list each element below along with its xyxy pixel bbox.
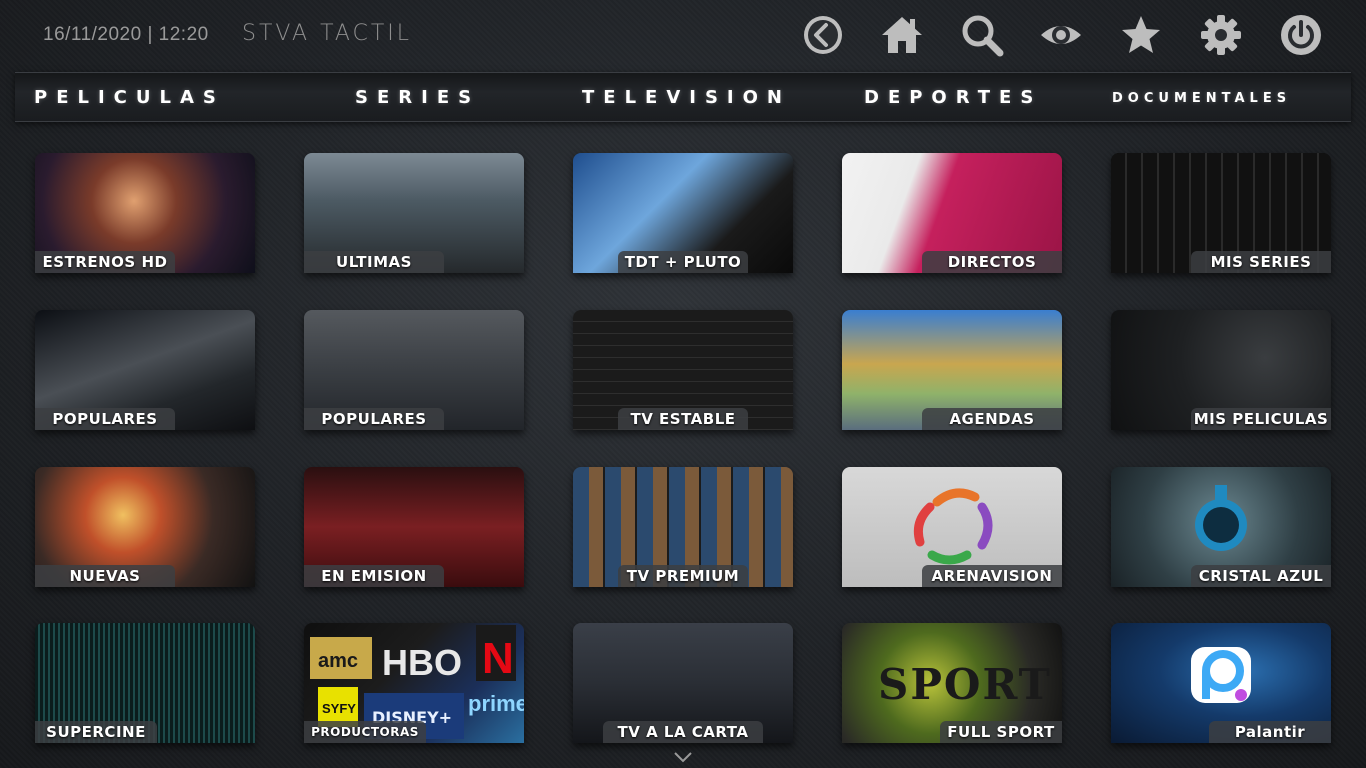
search-icon[interactable] bbox=[959, 12, 1005, 58]
tile-label: AGENDAS bbox=[922, 408, 1062, 430]
tile-label: POPULARES bbox=[304, 408, 444, 430]
tile-ultimas[interactable]: ULTIMAS bbox=[304, 153, 524, 273]
tile-tdt-pluto[interactable]: TDT + PLUTO bbox=[573, 153, 793, 273]
hbo-logo-text: HBO bbox=[382, 642, 462, 683]
tile-label: MIS SERIES bbox=[1191, 251, 1331, 273]
tile-cristal-azul[interactable]: CRISTAL AZUL bbox=[1111, 467, 1331, 587]
tile-label: FULL SPORT bbox=[940, 721, 1062, 743]
tile-label: DIRECTOS bbox=[922, 251, 1062, 273]
prime-logo-text: prime bbox=[468, 691, 524, 716]
amc-logo-text: amc bbox=[318, 650, 358, 672]
tile-label: TDT + PLUTO bbox=[618, 251, 748, 273]
tile-label: TV PREMIUM bbox=[618, 565, 748, 587]
tile-tv-a-la-carta[interactable]: TV A LA CARTA bbox=[573, 623, 793, 743]
toolbar-icons bbox=[0, 12, 1366, 60]
category-nav: PELICULAS SERIES TELEVISION DEPORTES DOC… bbox=[15, 72, 1351, 122]
home-icon[interactable] bbox=[879, 12, 925, 58]
nav-deportes[interactable]: DEPORTES bbox=[864, 87, 1042, 108]
tile-full-sport[interactable]: SPORT FULL SPORT bbox=[842, 623, 1062, 743]
tile-tv-estable[interactable]: TV ESTABLE bbox=[573, 310, 793, 430]
tile-label: NUEVAS bbox=[35, 565, 175, 587]
tile-tv-premium[interactable]: TV PREMIUM bbox=[573, 467, 793, 587]
tile-label: MIS PELICULAS bbox=[1191, 408, 1331, 430]
sport-text: SPORT bbox=[878, 660, 1052, 709]
nav-documentales[interactable]: DOCUMENTALES bbox=[1112, 91, 1291, 106]
tile-label: ARENAVISION bbox=[922, 565, 1062, 587]
tile-label: PRODUCTORAS bbox=[304, 721, 426, 743]
top-bar: 16/11/2020 | 12:20 STVA TACTIL bbox=[0, 0, 1366, 72]
tile-label: ULTIMAS bbox=[304, 251, 444, 273]
nav-series[interactable]: SERIES bbox=[355, 87, 480, 108]
tile-agendas[interactable]: AGENDAS bbox=[842, 310, 1062, 430]
tile-populares-series[interactable]: POPULARES bbox=[304, 310, 524, 430]
tile-directos[interactable]: DIRECTOS bbox=[842, 153, 1062, 273]
star-icon[interactable] bbox=[1118, 12, 1164, 58]
tile-label: Palantir bbox=[1209, 721, 1331, 743]
eye-icon[interactable] bbox=[1038, 12, 1084, 58]
tile-populares-peliculas[interactable]: POPULARES bbox=[35, 310, 255, 430]
tile-arenavision[interactable]: ARENAVISION bbox=[842, 467, 1062, 587]
tile-label: CRISTAL AZUL bbox=[1191, 565, 1331, 587]
tile-label: POPULARES bbox=[35, 408, 175, 430]
tile-supercine[interactable]: SUPERCINE bbox=[35, 623, 255, 743]
nav-television[interactable]: TELEVISION bbox=[582, 87, 791, 108]
chevron-down-icon[interactable] bbox=[673, 750, 693, 764]
tile-label: SUPERCINE bbox=[35, 721, 157, 743]
tile-productoras[interactable]: amc HBO N SYFY DISNEY+ prime PRODUCTORAS bbox=[304, 623, 524, 743]
tile-label: TV A LA CARTA bbox=[603, 721, 763, 743]
netflix-logo-text: N bbox=[482, 634, 514, 683]
power-icon[interactable] bbox=[1278, 12, 1324, 58]
tile-mis-series[interactable]: MIS SERIES bbox=[1111, 153, 1331, 273]
tile-palantir[interactable]: Palantir bbox=[1111, 623, 1331, 743]
back-icon[interactable] bbox=[800, 12, 846, 58]
tile-en-emision[interactable]: EN EMISION bbox=[304, 467, 524, 587]
tile-label: EN EMISION bbox=[304, 565, 444, 587]
tile-label: ESTRENOS HD bbox=[35, 251, 175, 273]
nav-peliculas[interactable]: PELICULAS bbox=[34, 87, 225, 108]
tile-mis-peliculas[interactable]: MIS PELICULAS bbox=[1111, 310, 1331, 430]
gear-icon[interactable] bbox=[1198, 12, 1244, 58]
tile-estrenos-hd[interactable]: ESTRENOS HD bbox=[35, 153, 255, 273]
syfy-logo-text: SYFY bbox=[322, 701, 356, 716]
tile-nuevas[interactable]: NUEVAS bbox=[35, 467, 255, 587]
tile-label: TV ESTABLE bbox=[618, 408, 748, 430]
